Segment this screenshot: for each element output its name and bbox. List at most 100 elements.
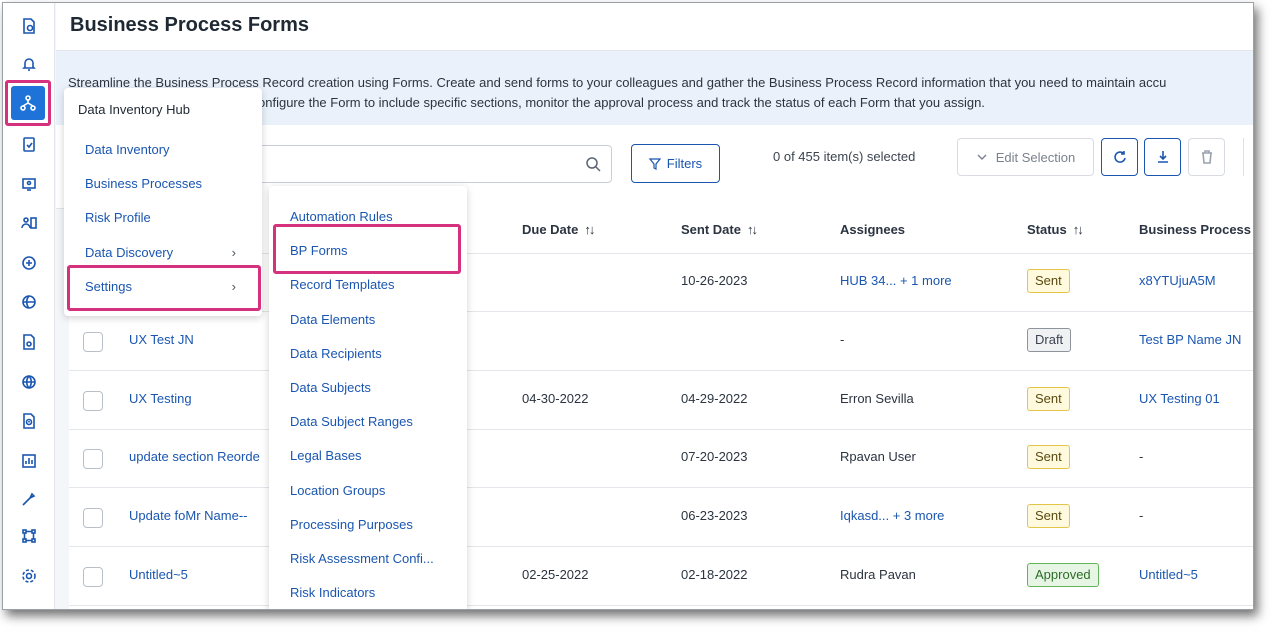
form-name-link[interactable]: Untitled~5 (129, 567, 188, 582)
submenu-item-data-subjects[interactable]: Data Subjects (290, 380, 371, 395)
table-row[interactable]: update section Reorde 07-20-2023 Rpavan … (69, 430, 1253, 488)
business-process-link[interactable]: x8YTUjuA5M (1139, 273, 1216, 288)
due-date-cell: 02-25-2022 (522, 567, 589, 582)
menu-title: Data Inventory Hub (78, 102, 191, 117)
row-checkbox[interactable] (83, 332, 103, 352)
submenu-item-bp-forms[interactable]: BP Forms (290, 243, 348, 258)
delete-button[interactable] (1188, 138, 1225, 176)
chevron-right-icon: › (231, 245, 236, 260)
column-header-sent-date[interactable]: Sent Date ↑↓ (681, 222, 758, 237)
submenu-item-data-recipients[interactable]: Data Recipients (290, 346, 382, 361)
sent-date-cell: 07-20-2023 (681, 449, 748, 464)
dashboard-icon[interactable] (18, 15, 40, 37)
form-name-link[interactable]: Update foMr Name-- (129, 508, 247, 523)
filters-label: Filters (666, 156, 703, 171)
table-row[interactable]: Untitled~5 02-25-2022 02-18-2022 Rudra P… (69, 548, 1253, 606)
assessment-icon[interactable] (18, 133, 40, 155)
business-process-link[interactable]: UX Testing 01 (1139, 391, 1220, 406)
assignees-cell[interactable]: HUB 34... + 1 more (840, 273, 952, 288)
status-badge: Sent (1027, 269, 1070, 293)
submenu-item-data-elements[interactable]: Data Elements (290, 312, 375, 327)
users-icon[interactable] (18, 212, 40, 234)
row-checkbox[interactable] (83, 391, 103, 411)
timer-document-icon[interactable] (18, 410, 40, 432)
page-title: Business Process Forms (70, 14, 309, 36)
edit-selection-button[interactable]: Edit Selection (957, 138, 1094, 176)
menu-item-data-inventory[interactable]: Data Inventory (85, 142, 170, 157)
sent-date-cell: 04-29-2022 (681, 391, 748, 406)
submenu-item-data-subject-ranges[interactable]: Data Subject Ranges (290, 414, 413, 429)
sort-icon[interactable]: ↑↓ (584, 222, 595, 237)
submenu-item-risk-indicators[interactable]: Risk Indicators (290, 585, 375, 600)
assignees-cell: - (840, 332, 845, 347)
status-badge: Sent (1027, 387, 1070, 411)
assignees-cell: Rpavan User (840, 449, 916, 464)
monitor-icon[interactable] (18, 173, 40, 195)
form-name-link[interactable]: UX Test JN (129, 332, 194, 347)
due-date-cell: 04-30-2022 (522, 391, 589, 406)
globe-privacy-icon[interactable] (18, 291, 40, 313)
menu-item-risk-profile[interactable]: Risk Profile (85, 210, 151, 225)
integration-icon[interactable] (18, 525, 40, 547)
submenu-item-record-templates[interactable]: Record Templates (290, 277, 395, 292)
filter-icon (648, 157, 661, 170)
menu-item-data-discovery[interactable]: Data Discovery (85, 245, 173, 260)
globe-icon[interactable] (18, 371, 40, 393)
sent-date-cell: 02-18-2022 (681, 567, 748, 582)
submenu-item-location-groups[interactable]: Location Groups (290, 483, 385, 498)
table-row[interactable]: UX Testing 04-30-2022 04-29-2022 Erron S… (69, 372, 1253, 430)
form-name-link[interactable]: UX Testing (129, 391, 192, 406)
settings-highlight (67, 265, 261, 311)
refresh-icon (1113, 151, 1126, 163)
menu-item-business-processes[interactable]: Business Processes (85, 176, 202, 191)
column-header-due-date[interactable]: Due Date ↑↓ (522, 222, 595, 237)
table-row[interactable]: Update foMr Name-- 06-23-2023 Iqkasd... … (69, 489, 1253, 547)
sort-icon[interactable]: ↑↓ (747, 222, 758, 237)
business-process-link[interactable]: Test BP Name JN (1139, 332, 1241, 347)
rail-active-highlight (5, 80, 51, 126)
selection-count: 0 of 455 item(s) selected (773, 149, 916, 164)
form-name-link[interactable]: update section Reorde (129, 449, 260, 464)
tools-icon[interactable] (18, 488, 40, 510)
submenu-item-automation-rules[interactable]: Automation Rules (290, 209, 393, 224)
download-button[interactable] (1144, 138, 1181, 176)
assignees-cell: Rudra Pavan (840, 567, 916, 582)
business-process-cell: - (1139, 449, 1144, 464)
status-badge: Sent (1027, 504, 1070, 528)
filters-button[interactable]: Filters (631, 144, 720, 183)
bell-icon[interactable] (18, 53, 40, 75)
status-badge: Draft (1027, 328, 1072, 352)
edit-selection-label: Edit Selection (995, 149, 1076, 165)
report-icon[interactable] (18, 450, 40, 472)
chevron-down-icon (977, 154, 987, 160)
column-header-assignees: Assignees (840, 222, 906, 237)
status-badge: Sent (1027, 445, 1070, 469)
refresh-button[interactable] (1101, 138, 1138, 176)
data-inventory-icon[interactable] (11, 86, 45, 120)
table-row[interactable]: UX Test JN - Draft Test BP Name JN (69, 313, 1253, 371)
left-nav-rail (3, 3, 55, 609)
assignees-cell[interactable]: Iqkasd... + 3 more (840, 508, 944, 523)
submenu-item-legal-bases[interactable]: Legal Bases (290, 448, 362, 463)
page-header: Business Process Forms (56, 3, 1253, 51)
vendor-icon[interactable] (18, 252, 40, 274)
document-settings-icon[interactable] (18, 331, 40, 353)
column-header-status[interactable]: Status ↑↓ (1027, 222, 1084, 237)
sent-date-cell: 10-26-2023 (681, 273, 748, 288)
row-checkbox[interactable] (83, 567, 103, 587)
submenu-item-risk-assessment-config[interactable]: Risk Assessment Confi... (290, 551, 434, 566)
column-header-business-process: Business Process (1139, 222, 1252, 237)
sort-icon[interactable]: ↑↓ (1073, 222, 1084, 237)
assignees-cell: Erron Sevilla (840, 391, 914, 406)
search-icon[interactable] (585, 156, 601, 172)
download-icon (1157, 151, 1168, 163)
toolbar-divider (1243, 138, 1244, 176)
search-input[interactable] (236, 145, 612, 183)
sent-date-cell: 06-23-2023 (681, 508, 748, 523)
row-checkbox[interactable] (83, 449, 103, 469)
row-checkbox[interactable] (83, 508, 103, 528)
settings-icon[interactable] (18, 565, 40, 587)
submenu-item-processing-purposes[interactable]: Processing Purposes (290, 517, 413, 532)
business-process-link[interactable]: Untitled~5 (1139, 567, 1198, 582)
app-window: Business Process Forms Streamline the Bu… (2, 2, 1254, 610)
